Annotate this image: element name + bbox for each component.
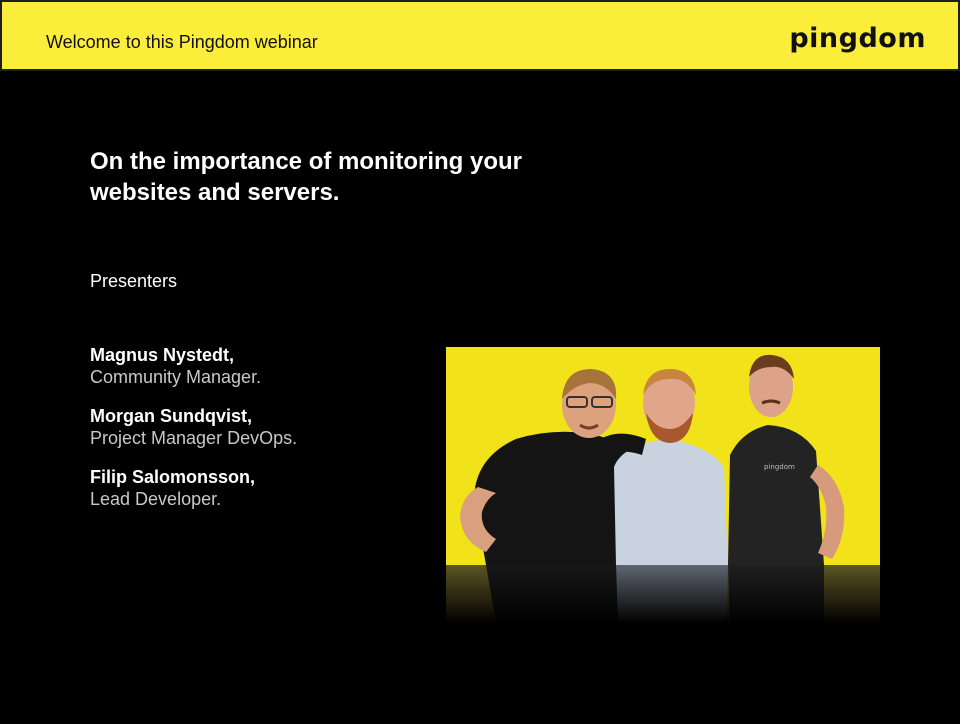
presenter-item: Magnus Nystedt, Community Manager. [90,345,430,388]
presenter-role: Community Manager. [90,367,262,387]
presenter-item: Filip Salomonsson, Lead Developer. [90,467,430,510]
photo-reflection-illustration [446,565,880,623]
header-bar: Welcome to this Pingdom webinar pingdom [0,0,960,71]
presenter-list: Magnus Nystedt, Community Manager. Morga… [90,345,430,528]
presenters-photo-illustration: pingdom [446,347,880,565]
presenters-photo: pingdom [446,347,880,565]
pingdom-logo: pingdom [789,23,926,54]
presenter-name: Morgan Sundqvist, [90,406,252,426]
presenter-name: Magnus Nystedt, [90,345,235,365]
presenter-role: Project Manager DevOps. [90,428,298,448]
presenter-role: Lead Developer. [90,489,222,509]
presenter-name: Filip Salomonsson, [90,467,256,487]
presenter-item: Morgan Sundqvist, Project Manager DevOps… [90,406,430,449]
header-welcome-text: Welcome to this Pingdom webinar [46,32,318,52]
slide-title: On the importance of monitoring your web… [90,146,690,208]
presenters-label: Presenters [90,271,178,291]
shirt-logo-text: pingdom [764,463,795,471]
slide: Welcome to this Pingdom webinar pingdom … [0,0,960,724]
slide-title-line-1: On the importance of monitoring your [90,148,522,175]
photo-reflection [446,565,880,623]
slide-title-line-2: websites and servers. [90,179,340,206]
